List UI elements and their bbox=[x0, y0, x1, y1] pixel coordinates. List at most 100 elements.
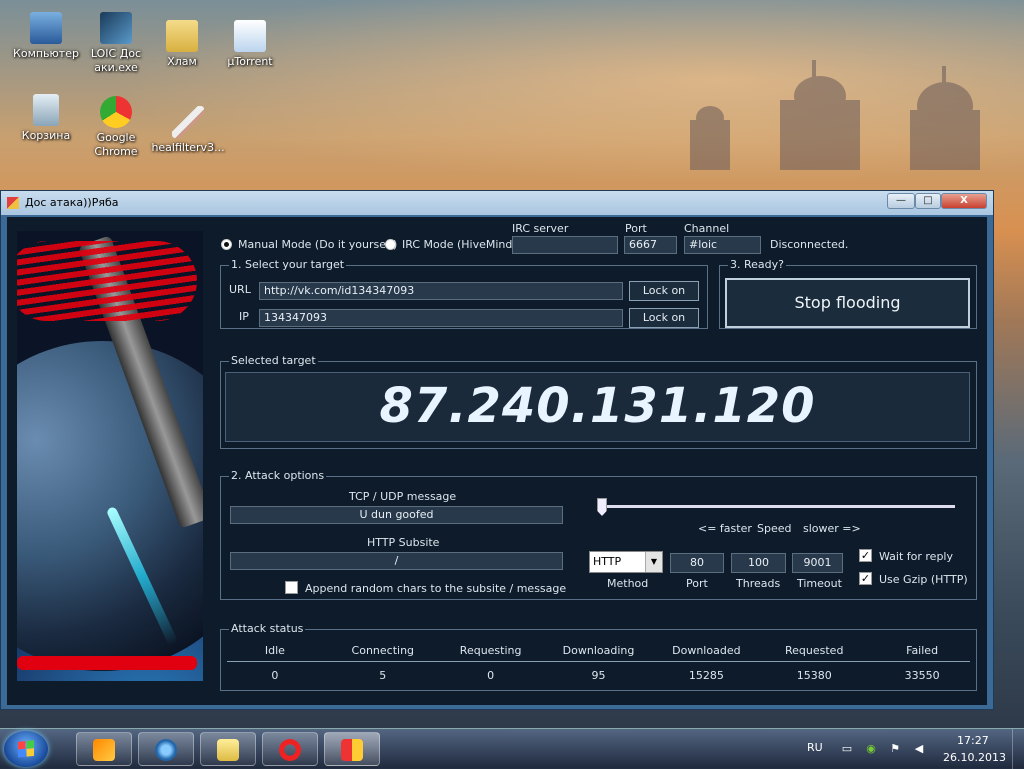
speed-faster-label: <= faster bbox=[698, 522, 752, 535]
internet-explorer-icon bbox=[155, 739, 177, 761]
status-value: 5 bbox=[379, 669, 387, 682]
flag-icon[interactable]: ⚑ bbox=[888, 743, 902, 755]
desktop-icon-healfilter[interactable]: healfilterv3... bbox=[150, 106, 226, 155]
desktop-icon-utorrent[interactable]: µTorrent bbox=[212, 20, 288, 69]
windows-logo-icon bbox=[18, 740, 34, 758]
network-icon[interactable]: ▭ bbox=[840, 743, 854, 755]
status-header: Idle bbox=[264, 644, 285, 657]
speed-slider-thumb[interactable] bbox=[597, 498, 607, 516]
folder-icon bbox=[166, 20, 198, 52]
attack-port-input[interactable]: 80 bbox=[670, 553, 724, 573]
url-label: URL bbox=[229, 283, 251, 296]
threads-input[interactable]: 100 bbox=[731, 553, 786, 573]
window-titlebar[interactable]: Дос атака))Ряба — □ X bbox=[1, 191, 993, 215]
taskbar-loic[interactable] bbox=[324, 732, 380, 766]
status-values-row: 0 5 0 95 15285 15380 33550 bbox=[221, 669, 976, 682]
method-select[interactable]: HTTP ▼ bbox=[589, 551, 663, 573]
attack-port-label: Port bbox=[686, 577, 708, 590]
clock-time[interactable]: 17:27 bbox=[957, 734, 989, 747]
computer-icon bbox=[30, 12, 62, 44]
manual-mode-label[interactable]: Manual Mode (Do it yourself) bbox=[238, 238, 397, 251]
taskbar-opera[interactable] bbox=[262, 732, 318, 766]
status-value: 0 bbox=[271, 669, 279, 682]
nvidia-icon[interactable]: ◉ bbox=[864, 743, 878, 755]
folder-icon bbox=[217, 739, 239, 761]
loic-app-icon bbox=[341, 739, 363, 761]
desktop-icon-loic[interactable]: LOIC Дос аки.exe bbox=[78, 12, 154, 75]
url-lock-on-button[interactable]: Lock on bbox=[629, 281, 699, 301]
threads-label: Threads bbox=[736, 577, 781, 590]
desktop-icon-label: Корзина bbox=[21, 129, 71, 142]
window-client-area: Manual Mode (Do it yourself) IRC Mode (H… bbox=[7, 217, 987, 705]
irc-status-text: Disconnected. bbox=[770, 238, 849, 251]
method-label: Method bbox=[607, 577, 649, 590]
use-gzip-label[interactable]: Use Gzip (HTTP) bbox=[879, 573, 968, 586]
http-subsite-input[interactable]: / bbox=[230, 552, 563, 570]
ready-title: 3. Ready? bbox=[728, 258, 786, 271]
ip-input[interactable]: 134347093 bbox=[259, 309, 623, 327]
desktop-icon-label: Компьютер bbox=[13, 47, 79, 60]
ip-label: IP bbox=[239, 310, 249, 323]
stop-flooding-button[interactable]: Stop flooding bbox=[725, 278, 970, 328]
status-value: 33550 bbox=[904, 669, 940, 682]
status-headers-row: Idle Connecting Requesting Downloading D… bbox=[221, 644, 976, 657]
desktop-icon-label: Google Chrome bbox=[94, 131, 138, 158]
close-button[interactable]: X bbox=[941, 193, 987, 209]
desktop-icon-computer[interactable]: Компьютер bbox=[8, 12, 84, 61]
desktop-icon-recycle-bin[interactable]: Корзина bbox=[8, 94, 84, 143]
selected-target-group: Selected target 87.240.131.120 bbox=[220, 354, 977, 449]
attack-options-group: 2. Attack options TCP / UDP message U du… bbox=[220, 469, 977, 600]
irc-mode-radio[interactable] bbox=[385, 239, 396, 250]
media-player-icon bbox=[93, 739, 115, 761]
http-subsite-label: HTTP Subsite bbox=[367, 536, 440, 549]
chevron-down-icon[interactable]: ▼ bbox=[645, 552, 662, 572]
minimize-button[interactable]: — bbox=[887, 193, 915, 209]
timeout-label: Timeout bbox=[797, 577, 842, 590]
irc-channel-input[interactable]: #loic bbox=[684, 236, 761, 254]
irc-mode-label[interactable]: IRC Mode (HiveMind) bbox=[402, 238, 517, 251]
desktop-icon-label: healfilterv3... bbox=[151, 141, 225, 154]
wait-for-reply-checkbox[interactable]: ✓ bbox=[859, 549, 872, 562]
chrome-icon bbox=[100, 96, 132, 128]
taskbar-media-player[interactable] bbox=[76, 732, 132, 766]
status-value: 95 bbox=[591, 669, 606, 682]
recycle-bin-icon bbox=[33, 94, 59, 126]
volume-icon[interactable]: ◀ bbox=[912, 743, 926, 755]
desktop-icon-chrome[interactable]: Google Chrome bbox=[78, 96, 154, 159]
timeout-input[interactable]: 9001 bbox=[792, 553, 843, 573]
app-icon bbox=[7, 197, 19, 209]
tcp-udp-message-input[interactable]: U dun goofed bbox=[230, 506, 563, 524]
status-value: 0 bbox=[487, 669, 495, 682]
clock-date[interactable]: 26.10.2013 bbox=[943, 751, 1006, 764]
manual-mode-radio[interactable] bbox=[221, 239, 232, 250]
irc-port-label: Port bbox=[625, 222, 647, 235]
desktop-icon-label: LOIC Дос аки.exe bbox=[90, 47, 142, 74]
maximize-button[interactable]: □ bbox=[915, 193, 941, 209]
show-desktop-button[interactable] bbox=[1012, 729, 1024, 769]
speed-label: Speed bbox=[757, 522, 792, 535]
url-input[interactable]: http://vk.com/id134347093 bbox=[259, 282, 623, 300]
status-value: 15285 bbox=[688, 669, 724, 682]
red-redaction-scribble bbox=[17, 241, 197, 321]
selected-target-title: Selected target bbox=[229, 354, 318, 367]
start-button[interactable] bbox=[4, 731, 48, 767]
taskbar-file-explorer[interactable] bbox=[200, 732, 256, 766]
desktop-icon-label: µTorrent bbox=[227, 55, 273, 68]
language-indicator[interactable]: RU bbox=[807, 741, 823, 754]
irc-port-input[interactable]: 6667 bbox=[624, 236, 677, 254]
append-random-label[interactable]: Append random chars to the subsite / mes… bbox=[305, 582, 566, 595]
attack-status-title: Attack status bbox=[229, 622, 306, 635]
speed-slider-track[interactable] bbox=[597, 505, 955, 508]
select-target-title: 1. Select your target bbox=[229, 258, 347, 271]
append-random-checkbox[interactable] bbox=[285, 581, 298, 594]
taskbar-internet-explorer[interactable] bbox=[138, 732, 194, 766]
desktop-icon-folder[interactable]: Хлам bbox=[144, 20, 220, 69]
ip-lock-on-button[interactable]: Lock on bbox=[629, 308, 699, 328]
use-gzip-checkbox[interactable]: ✓ bbox=[859, 572, 872, 585]
red-redaction-bar bbox=[17, 656, 197, 670]
irc-server-input[interactable] bbox=[512, 236, 618, 254]
wallpaper-cathedral bbox=[690, 60, 980, 170]
irc-server-label: IRC server bbox=[512, 222, 569, 235]
status-header: Connecting bbox=[351, 644, 415, 657]
wait-for-reply-label[interactable]: Wait for reply bbox=[879, 550, 953, 563]
